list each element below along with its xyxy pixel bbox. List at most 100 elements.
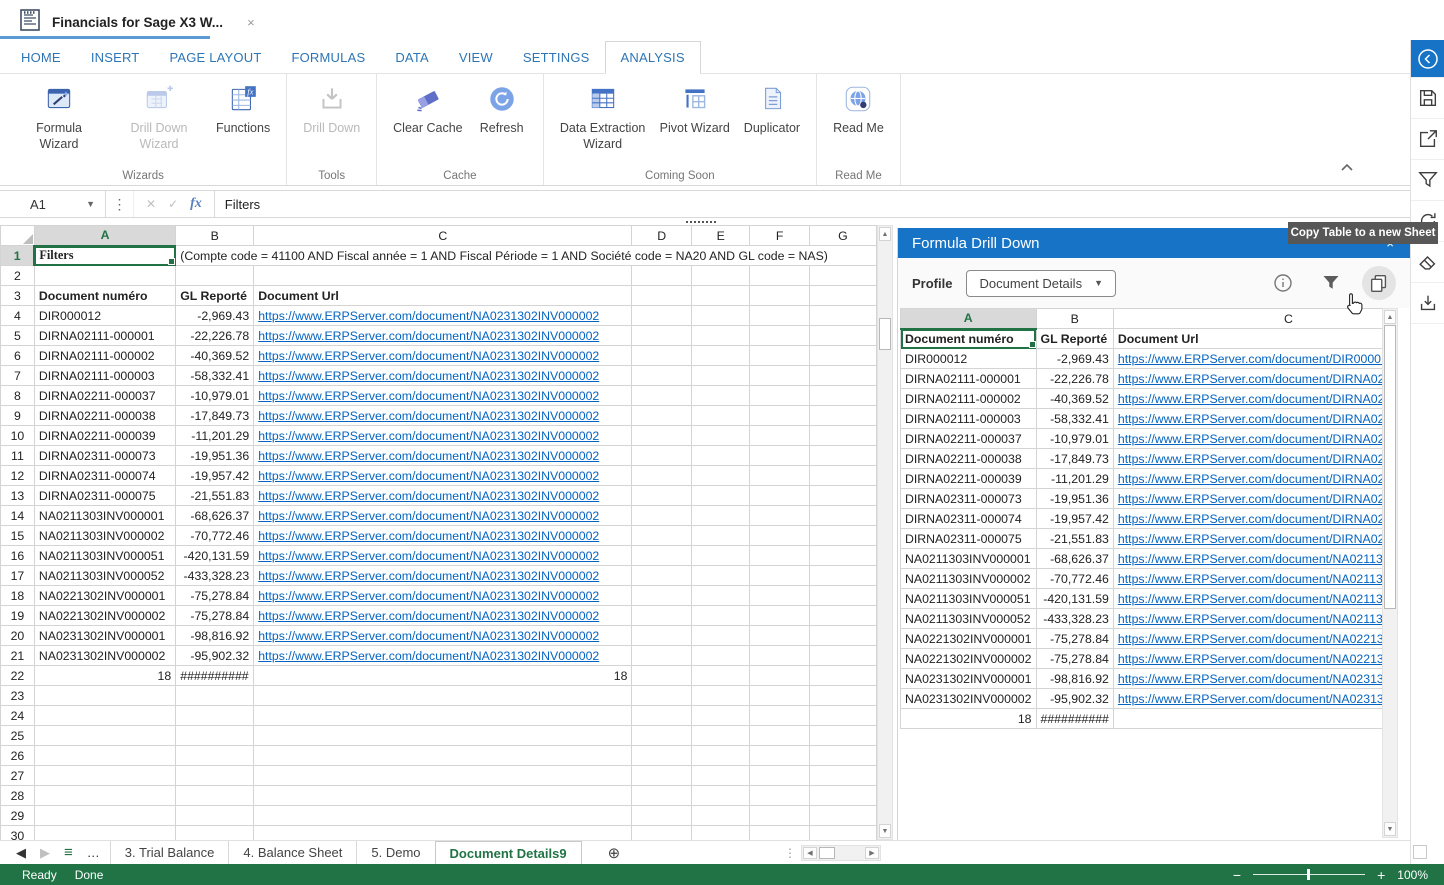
document-url-link[interactable]: https://www.ERPServer.com/document/NA023… xyxy=(258,389,599,403)
grid-cell[interactable] xyxy=(809,266,876,286)
grid-cell[interactable] xyxy=(750,306,809,326)
duplicator-button[interactable]: Duplicator xyxy=(738,80,806,138)
column-header-D[interactable]: D xyxy=(632,226,691,246)
grid-cell[interactable] xyxy=(691,366,750,386)
gl-amount-cell[interactable]: -19,951.36 xyxy=(176,446,254,466)
document-url-link[interactable]: https://www.ERPServer.com/document/NA023… xyxy=(258,569,599,583)
document-url-link[interactable]: https://www.ERPServer.com/document/NA023… xyxy=(258,649,599,663)
grid-cell[interactable] xyxy=(809,766,876,786)
formula-input[interactable]: Filters xyxy=(215,191,1410,217)
panel-document-url-cell[interactable]: https://www.ERPServer.com/document/DIRNA… xyxy=(1113,389,1384,409)
row-header-20[interactable]: 20 xyxy=(1,626,35,646)
zoom-out-icon[interactable]: − xyxy=(1233,867,1241,883)
grid-cell[interactable] xyxy=(809,746,876,766)
grid-cell[interactable] xyxy=(809,786,876,806)
document-number-cell[interactable]: DIRNA02311-000073 xyxy=(34,446,175,466)
grid-cell[interactable] xyxy=(254,706,632,726)
grid-cell[interactable] xyxy=(632,286,691,306)
grid-cell[interactable] xyxy=(691,466,750,486)
zoom-slider-handle[interactable] xyxy=(1307,869,1310,880)
grid-cell[interactable] xyxy=(632,506,691,526)
scroll-right-icon[interactable]: ▶ xyxy=(865,847,879,859)
panel-document-number-cell[interactable]: DIRNA02311-000073 xyxy=(901,489,1037,509)
grid-cell[interactable] xyxy=(809,586,876,606)
grid-cell[interactable] xyxy=(632,726,691,746)
table-header-2[interactable]: Document Url xyxy=(254,286,632,306)
sheet-tab-document-details9[interactable]: Document Details9 xyxy=(435,841,582,864)
next-sheet-icon[interactable]: ▶ xyxy=(40,845,50,861)
document-url-cell[interactable]: https://www.ERPServer.com/document/NA023… xyxy=(254,546,632,566)
row-header-3[interactable]: 3 xyxy=(1,286,35,306)
panel-document-url-cell[interactable]: https://www.ERPServer.com/document/DIRNA… xyxy=(1113,409,1384,429)
grid-cell[interactable] xyxy=(691,326,750,346)
grid-cell[interactable] xyxy=(632,426,691,446)
copy-table-icon[interactable] xyxy=(1362,266,1396,300)
grid-cell[interactable] xyxy=(750,426,809,446)
grid-cell[interactable] xyxy=(254,806,632,826)
grid-cell[interactable] xyxy=(691,526,750,546)
panel-document-number-cell[interactable]: DIR000012 xyxy=(901,349,1037,369)
name-box[interactable]: A1 ▼ xyxy=(0,191,106,217)
sheet-list-menu-icon[interactable]: ≡ xyxy=(64,844,73,861)
grid-cell[interactable] xyxy=(632,366,691,386)
ribbon-tab-view[interactable]: VIEW xyxy=(444,42,508,73)
panel-document-url-cell[interactable]: https://www.ERPServer.com/document/NA021… xyxy=(1113,569,1384,589)
totals-count-cell[interactable]: 18 xyxy=(34,666,175,686)
panel-document-number-cell[interactable]: DIRNA02311-000074 xyxy=(901,509,1037,529)
panel-table-header-0[interactable]: Document numéro xyxy=(901,329,1037,349)
panel-document-number-cell[interactable]: NA0221302INV000001 xyxy=(901,629,1037,649)
document-url-link[interactable]: https://www.ERPServer.com/document/DIRNA… xyxy=(1118,472,1384,486)
document-url-link[interactable]: https://www.ERPServer.com/document/NA022… xyxy=(1118,632,1384,646)
grid-cell[interactable] xyxy=(809,826,876,841)
share-button[interactable] xyxy=(1411,119,1444,160)
table-header-1[interactable]: GL Reporté xyxy=(176,286,254,306)
grid-cell[interactable] xyxy=(750,386,809,406)
grid-cell[interactable] xyxy=(691,786,750,806)
main-hscroll-thumb[interactable] xyxy=(819,847,835,859)
grid-cell[interactable] xyxy=(750,726,809,746)
save-button[interactable] xyxy=(1411,78,1444,119)
grid-cell[interactable] xyxy=(176,686,254,706)
grid-cell[interactable] xyxy=(809,606,876,626)
row-header-28[interactable]: 28 xyxy=(1,786,35,806)
drill-down-button[interactable]: Drill Down xyxy=(297,80,366,138)
grid-cell[interactable] xyxy=(691,566,750,586)
grid-cell[interactable] xyxy=(750,626,809,646)
document-url-link[interactable]: https://www.ERPServer.com/document/DIRNA… xyxy=(1118,432,1384,446)
grid-cell[interactable] xyxy=(750,566,809,586)
grid-cell[interactable] xyxy=(809,706,876,726)
select-all-corner[interactable] xyxy=(1,226,35,246)
document-url-cell[interactable]: https://www.ERPServer.com/document/NA023… xyxy=(254,506,632,526)
grid-cell[interactable] xyxy=(254,766,632,786)
grid-cell[interactable] xyxy=(750,266,809,286)
collapse-ribbon-icon[interactable] xyxy=(1340,159,1354,177)
row-header-17[interactable]: 17 xyxy=(1,566,35,586)
row-header-6[interactable]: 6 xyxy=(1,346,35,366)
panel-gl-amount-cell[interactable]: -40,369.52 xyxy=(1036,389,1113,409)
grid-cell[interactable] xyxy=(691,686,750,706)
gl-amount-cell[interactable]: -433,328.23 xyxy=(176,566,254,586)
grid-cell[interactable] xyxy=(809,726,876,746)
row-header-29[interactable]: 29 xyxy=(1,806,35,826)
document-number-cell[interactable]: DIRNA02211-000038 xyxy=(34,406,175,426)
grid-cell[interactable] xyxy=(632,306,691,326)
gl-amount-cell[interactable]: -17,849.73 xyxy=(176,406,254,426)
grid-cell[interactable] xyxy=(34,746,175,766)
grid-cell[interactable] xyxy=(809,426,876,446)
gl-amount-cell[interactable]: -19,957.42 xyxy=(176,466,254,486)
grid-cell[interactable] xyxy=(691,386,750,406)
panel-totals-empty-cell[interactable] xyxy=(1113,709,1384,729)
scroll-down-icon[interactable]: ▼ xyxy=(879,824,891,838)
panel-gl-amount-cell[interactable]: -10,979.01 xyxy=(1036,429,1113,449)
grid-cell[interactable] xyxy=(691,286,750,306)
document-url-cell[interactable]: https://www.ERPServer.com/document/NA023… xyxy=(254,566,632,586)
grid-cell[interactable] xyxy=(691,806,750,826)
grid-cell[interactable] xyxy=(691,626,750,646)
main-vscroll-thumb[interactable] xyxy=(879,318,891,350)
document-url-cell[interactable]: https://www.ERPServer.com/document/NA023… xyxy=(254,346,632,366)
grid-cell[interactable] xyxy=(632,806,691,826)
panel-document-number-cell[interactable]: DIRNA02111-000002 xyxy=(901,389,1037,409)
pivot-wizard-button[interactable]: Pivot Wizard xyxy=(654,80,736,138)
panel-document-url-cell[interactable]: https://www.ERPServer.com/document/NA023… xyxy=(1113,669,1384,689)
grid-cell[interactable] xyxy=(632,526,691,546)
